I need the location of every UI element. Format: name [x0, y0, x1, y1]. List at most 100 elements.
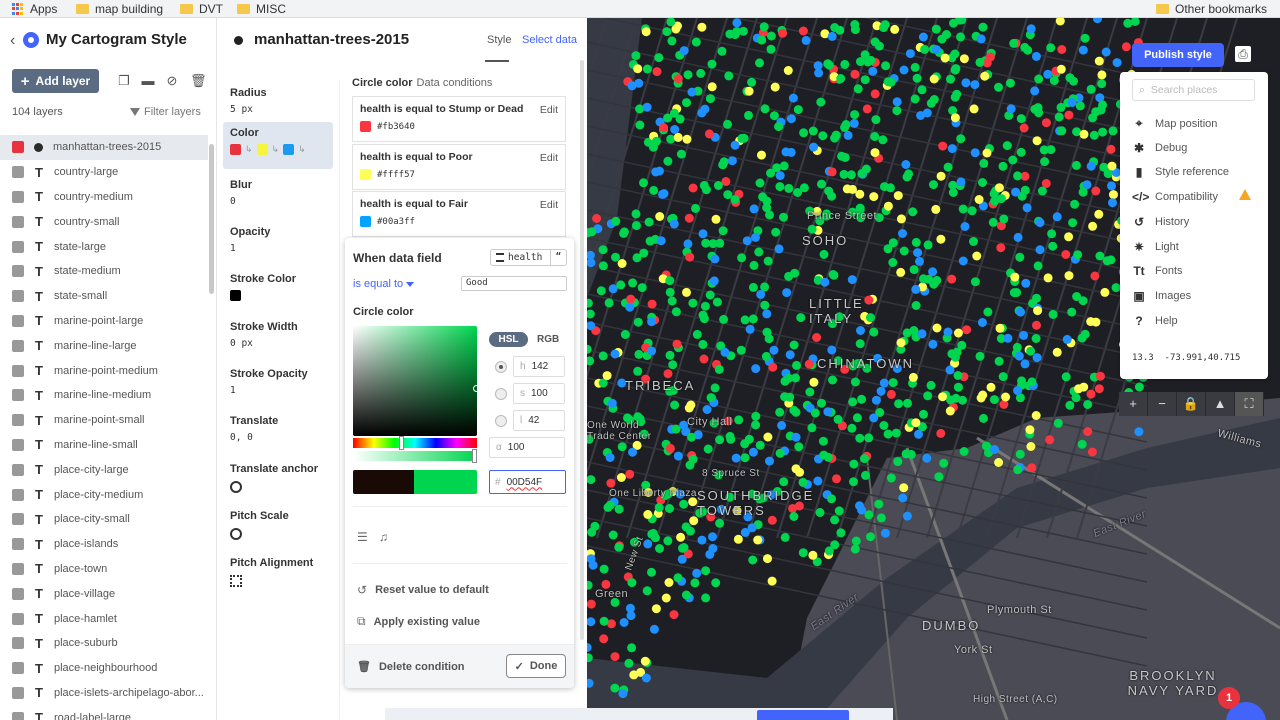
tool-fonts[interactable]: Tt Fonts [1132, 264, 1182, 278]
prop-stroke-color[interactable]: Stroke Color [223, 268, 333, 309]
edit-button[interactable]: Edit [540, 152, 558, 164]
hide-icon[interactable]: ⊘ [165, 74, 179, 88]
tab-select-data[interactable]: Select data [522, 34, 577, 46]
delete-condition-button[interactable]: 🗑 Delete condition [357, 660, 465, 674]
search-places-input[interactable]: ⌕ Search places [1132, 79, 1255, 101]
edit-button[interactable]: Edit [540, 199, 558, 211]
prop-translate[interactable]: Translate 0, 0 [223, 410, 333, 448]
tool-map-position[interactable]: ⌖ Map position [1132, 116, 1218, 131]
layer-row[interactable]: Tcountry-medium [0, 185, 208, 210]
publish-style-button[interactable]: Publish style [1132, 43, 1224, 67]
prop-color[interactable]: Color ↳ ↳ ↳ [223, 122, 333, 169]
data-field-selector[interactable]: health “ [490, 249, 567, 266]
tool-history[interactable]: ↺ History [1132, 215, 1189, 229]
layer-row[interactable]: Tcountry-small [0, 209, 208, 234]
back-chevron-icon[interactable]: ‹ [10, 32, 15, 50]
property-scrollbar[interactable] [580, 60, 584, 640]
layer-row[interactable]: manhattan-trees-2015 [0, 135, 208, 160]
layer-row[interactable]: Tplace-city-large [0, 457, 208, 482]
hue-input[interactable]: h 142 [513, 356, 565, 377]
layer-row[interactable]: Tstate-large [0, 234, 208, 259]
fullscreen-button[interactable]: ⛶ [1235, 392, 1264, 416]
layer-row[interactable]: Tmarine-line-small [0, 433, 208, 458]
zoom-in-button[interactable]: + [1119, 392, 1148, 416]
layer-row[interactable]: Tplace-hamlet [0, 606, 208, 631]
layer-row[interactable]: Tplace-town [0, 557, 208, 582]
bookmark-other[interactable]: Other bookmarks [1156, 0, 1267, 18]
trash-icon[interactable]: 🗑 [190, 74, 207, 88]
layer-row[interactable]: Tplace-neighbourhood [0, 656, 208, 681]
prop-stroke-opacity[interactable]: Stroke Opacity 1 [223, 363, 333, 401]
zoom-out-button[interactable]: − [1148, 392, 1177, 416]
saturation-input[interactable]: s 100 [513, 383, 565, 404]
prop-stroke-width[interactable]: Stroke Width 0 px [223, 316, 333, 354]
tool-images[interactable]: ▣ Images [1132, 289, 1191, 303]
prop-opacity[interactable]: Opacity 1 [223, 221, 333, 259]
h-radio[interactable] [495, 361, 507, 373]
bookmark-dvt[interactable]: DVT [180, 0, 223, 18]
bookmark-map-building[interactable]: map building [76, 0, 163, 18]
prop-translate-anchor[interactable]: Translate anchor [223, 458, 333, 498]
s-radio[interactable] [495, 388, 507, 400]
apply-existing-value-button[interactable]: ⧉ Apply existing value [357, 614, 480, 629]
bookmark-misc[interactable]: MISC [237, 0, 286, 18]
layer-row[interactable]: Tmarine-point-small [0, 408, 208, 433]
previous-color-swatch[interactable] [353, 470, 414, 494]
lock-button[interactable]: 🔒 [1177, 392, 1206, 416]
hue-slider[interactable] [353, 436, 477, 450]
layer-row[interactable]: Tstate-small [0, 284, 208, 309]
rgb-toggle[interactable]: RGB [537, 332, 559, 347]
tab-style[interactable]: Style [487, 34, 511, 46]
lightness-input[interactable]: l 42 [513, 410, 565, 431]
tool-help[interactable]: ? Help [1132, 314, 1177, 328]
tool-style-reference[interactable]: ▮ Style reference [1132, 165, 1229, 179]
quote-icon[interactable]: “ [550, 250, 566, 265]
layer-row[interactable]: Tplace-islands [0, 532, 208, 557]
layer-row[interactable]: Tcountry-large [0, 160, 208, 185]
layer-row[interactable]: Tplace-city-medium [0, 482, 208, 507]
map-canvas[interactable]: SOHO LITTLE ITALY CHINATOWN TRIBECA SOUT… [587, 18, 1280, 720]
prop-pitch-scale[interactable]: Pitch Scale [223, 505, 333, 545]
saturation-lightness-picker[interactable] [353, 326, 480, 436]
hsl-toggle[interactable]: HSL [489, 332, 528, 347]
layer-row[interactable]: Troad-label-large [0, 705, 208, 720]
layer-row[interactable]: Tplace-village [0, 581, 208, 606]
hue-handle[interactable] [399, 436, 404, 450]
condition-fair[interactable]: health is equal to Fair Edit #00a3ff [352, 191, 566, 237]
operator-dropdown[interactable]: is equal to [353, 278, 415, 290]
layer-row[interactable]: Tstate-medium [0, 259, 208, 284]
tool-debug[interactable]: ✱ Debug [1132, 141, 1187, 155]
prop-blur[interactable]: Blur 0 [223, 174, 333, 212]
done-button[interactable]: ✓ Done [506, 654, 566, 678]
tool-compatibility[interactable]: </> Compatibility [1132, 190, 1218, 204]
folder-icon[interactable]: ▬ [141, 74, 155, 88]
banner-button[interactable] [757, 710, 849, 720]
layer-row[interactable]: Tmarine-line-large [0, 333, 208, 358]
compass-button[interactable]: ▲ [1206, 392, 1235, 416]
condition-poor[interactable]: health is equal to Poor Edit #ffff57 [352, 144, 566, 190]
music-note-icon[interactable]: ♫ [379, 530, 388, 544]
layer-row[interactable]: Tmarine-line-medium [0, 383, 208, 408]
edit-button[interactable]: Edit [540, 104, 558, 116]
add-layer-button[interactable]: + Add layer [12, 69, 99, 93]
tool-light[interactable]: ✷ Light [1132, 240, 1179, 254]
layer-row[interactable]: Tplace-suburb [0, 631, 208, 656]
condition-value-input[interactable]: Good [461, 276, 567, 291]
layer-row[interactable]: Tplace-islets-archipelago-abor... [0, 681, 208, 706]
alpha-input[interactable]: α 100 [489, 437, 565, 458]
bookmark-apps[interactable]: Apps [12, 0, 57, 18]
duplicate-icon[interactable]: ❐ [117, 74, 131, 88]
layer-list-scrollbar[interactable] [209, 144, 214, 294]
l-radio[interactable] [495, 415, 507, 427]
print-icon[interactable]: ⎙ [1235, 46, 1251, 62]
hex-input[interactable]: #00D54F [489, 470, 566, 494]
reset-value-button[interactable]: ↺ Reset value to default [357, 583, 489, 597]
layer-row[interactable]: Tplace-city-small [0, 507, 208, 532]
condition-stump-or-dead[interactable]: health is equal to Stump or Dead Edit #f… [352, 96, 566, 142]
picker-handle[interactable] [473, 385, 480, 392]
alpha-handle[interactable] [472, 449, 477, 463]
prop-radius[interactable]: Radius 5 px [223, 82, 333, 120]
filter-layers-button[interactable]: Filter layers [130, 106, 201, 118]
alpha-slider[interactable] [353, 449, 477, 463]
data-list-icon[interactable]: ☰ [357, 530, 368, 544]
